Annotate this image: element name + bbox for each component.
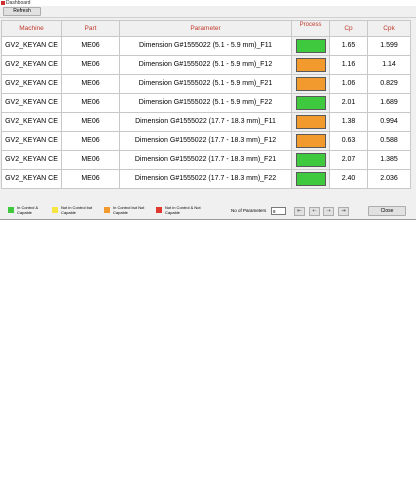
legend-label-not-in-control-capable: Not in Control but Capable xyxy=(61,205,93,215)
process-table: Machine Part Parameter Process Cp Cpk GV… xyxy=(1,20,411,189)
part-cell: ME06 xyxy=(61,131,120,151)
process-status-indicator xyxy=(295,172,326,186)
cpk-cell: 2.036 xyxy=(367,169,411,189)
params-count-field[interactable]: 8 xyxy=(271,207,286,215)
cp-cell: 1.38 xyxy=(329,112,368,132)
machine-cell: GV2_KEYAN CE xyxy=(1,55,62,75)
cp-cell: 1.65 xyxy=(329,36,368,56)
header-part[interactable]: Part xyxy=(61,20,120,37)
cpk-cell: 0.829 xyxy=(367,74,411,94)
legend-swatch-not-in-control-capable xyxy=(52,207,58,213)
header-process[interactable]: Process xyxy=(291,20,330,37)
next-page-icon[interactable]: ⇢ xyxy=(323,207,334,216)
table-row[interactable]: GV2_KEYAN CE ME06 Dimension G#1555022 (5.1… xyxy=(1,36,411,56)
header-parameter[interactable]: Parameter xyxy=(119,20,292,37)
cpk-cell: 1.599 xyxy=(367,36,411,56)
last-page-icon[interactable]: ⇥ xyxy=(338,207,349,216)
part-cell: ME06 xyxy=(61,55,120,75)
cp-cell: 0.63 xyxy=(329,131,368,151)
legend-bar: In Control & Capable Not in Control but … xyxy=(0,204,416,219)
app-icon xyxy=(1,1,5,5)
parameter-cell: Dimension G#1555022 (17.7 - 18.3 mm)_F21 xyxy=(119,150,292,170)
machine-cell: GV2_KEYAN CE xyxy=(1,112,62,132)
toolbar: Refresh xyxy=(0,6,416,18)
process-cell xyxy=(291,93,330,113)
cpk-cell: 1.689 xyxy=(367,93,411,113)
parameter-cell: Dimension G#1555022 (17.7 - 18.3 mm)_F12 xyxy=(119,131,292,151)
window-bottom-border xyxy=(0,219,416,220)
part-cell: ME06 xyxy=(61,36,120,56)
cp-cell: 2.01 xyxy=(329,93,368,113)
machine-cell: GV2_KEYAN CE xyxy=(1,36,62,56)
first-page-icon[interactable]: ⇤ xyxy=(294,207,305,216)
part-cell: ME06 xyxy=(61,74,120,94)
header-machine[interactable]: Machine xyxy=(1,20,62,37)
process-status-indicator xyxy=(295,77,326,91)
process-cell xyxy=(291,74,330,94)
legend-label-in-control-capable: In Control & Capable xyxy=(17,205,39,215)
table-row[interactable]: GV2_KEYAN CE ME06 Dimension G#1555022 (17.… xyxy=(1,150,411,170)
part-cell: ME06 xyxy=(61,150,120,170)
process-cell xyxy=(291,131,330,151)
cpk-cell: 0.588 xyxy=(367,131,411,151)
process-cell xyxy=(291,55,330,75)
machine-cell: GV2_KEYAN CE xyxy=(1,131,62,151)
table-header-row: Machine Part Parameter Process Cp Cpk xyxy=(1,20,411,37)
process-status-indicator xyxy=(295,96,326,110)
dashboard-window: Dashboard Refresh Machine Part Parameter… xyxy=(0,0,416,219)
refresh-button[interactable]: Refresh xyxy=(3,7,41,16)
process-status-indicator xyxy=(295,153,326,167)
params-count-label: No of Parameters xyxy=(231,208,267,213)
part-cell: ME06 xyxy=(61,93,120,113)
close-button[interactable]: Close xyxy=(368,206,406,216)
process-status-indicator xyxy=(295,58,326,72)
cp-cell: 2.07 xyxy=(329,150,368,170)
part-cell: ME06 xyxy=(61,112,120,132)
parameter-cell: Dimension G#1555022 (17.7 - 18.3 mm)_F22 xyxy=(119,169,292,189)
parameter-cell: Dimension G#1555022 (5.1 - 5.9 mm)_F12 xyxy=(119,55,292,75)
table-row[interactable]: GV2_KEYAN CE ME06 Dimension G#1555022 (17.… xyxy=(1,169,411,189)
process-cell xyxy=(291,150,330,170)
table-row[interactable]: GV2_KEYAN CE ME06 Dimension G#1555022 (17.… xyxy=(1,112,411,132)
part-cell: ME06 xyxy=(61,169,120,189)
parameter-cell: Dimension G#1555022 (17.7 - 18.3 mm)_F11 xyxy=(119,112,292,132)
cp-cell: 2.40 xyxy=(329,169,368,189)
cpk-cell: 1.14 xyxy=(367,55,411,75)
process-cell xyxy=(291,112,330,132)
machine-cell: GV2_KEYAN CE xyxy=(1,93,62,113)
legend-swatch-not-in-control-not-capable xyxy=(156,207,162,213)
table-row[interactable]: GV2_KEYAN CE ME06 Dimension G#1555022 (5.1… xyxy=(1,93,411,113)
cp-cell: 1.16 xyxy=(329,55,368,75)
parameter-cell: Dimension G#1555022 (5.1 - 5.9 mm)_F21 xyxy=(119,74,292,94)
process-cell xyxy=(291,169,330,189)
cpk-cell: 1.385 xyxy=(367,150,411,170)
process-status-indicator xyxy=(295,134,326,148)
cp-cell: 1.06 xyxy=(329,74,368,94)
cpk-cell: 0.994 xyxy=(367,112,411,132)
header-cpk[interactable]: Cpk xyxy=(367,20,411,37)
parameter-cell: Dimension G#1555022 (5.1 - 5.9 mm)_F22 xyxy=(119,93,292,113)
table-row[interactable]: GV2_KEYAN CE ME06 Dimension G#1555022 (5.1… xyxy=(1,55,411,75)
previous-page-icon[interactable]: ⇠ xyxy=(309,207,320,216)
machine-cell: GV2_KEYAN CE xyxy=(1,74,62,94)
legend-label-not-in-control-not-capable: Not in Control & Not Capable xyxy=(165,205,201,215)
table-row[interactable]: GV2_KEYAN CE ME06 Dimension G#1555022 (17.… xyxy=(1,131,411,151)
process-cell xyxy=(291,36,330,56)
legend-label-in-control-not-capable: In Control but Not Capable xyxy=(113,205,145,215)
process-status-indicator xyxy=(295,39,326,53)
legend-swatch-in-control-not-capable xyxy=(104,207,110,213)
process-status-indicator xyxy=(295,115,326,129)
machine-cell: GV2_KEYAN CE xyxy=(1,169,62,189)
machine-cell: GV2_KEYAN CE xyxy=(1,150,62,170)
table-row[interactable]: GV2_KEYAN CE ME06 Dimension G#1555022 (5.1… xyxy=(1,74,411,94)
parameter-cell: Dimension G#1555022 (5.1 - 5.9 mm)_F11 xyxy=(119,36,292,56)
header-cp[interactable]: Cp xyxy=(329,20,368,37)
legend-swatch-in-control-capable xyxy=(8,207,14,213)
